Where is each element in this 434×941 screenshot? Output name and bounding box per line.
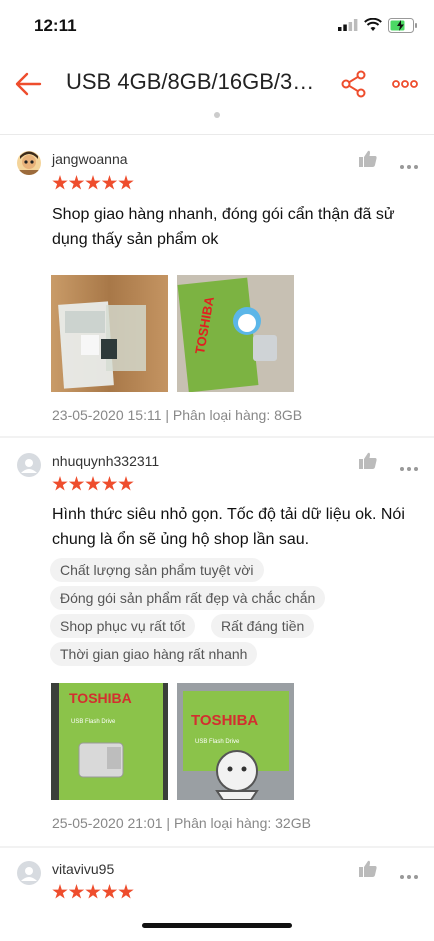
reviewer-name: vitavivu95 [52, 861, 115, 877]
rating-stars [52, 884, 135, 900]
star-icon [52, 175, 68, 190]
scroll-dot [214, 112, 220, 118]
review-photo[interactable]: TOSHIBA USB Flash Drive [51, 683, 168, 800]
star-icon [118, 175, 134, 190]
star-icon [68, 884, 85, 899]
thumbs-up-icon[interactable] [359, 860, 377, 877]
reviewer-name: jangwoanna [52, 151, 128, 167]
star-icon [101, 175, 118, 190]
thumbs-up-icon[interactable] [359, 452, 377, 469]
usb-package-photo: TOSHIBA USB Flash Drive [177, 683, 294, 800]
review-tag[interactable]: Đóng gói sản phẩm rất đẹp và chắc chắn [50, 586, 326, 610]
share-icon[interactable] [340, 70, 368, 98]
review-photo[interactable]: TOSHIBA USB Flash Drive [177, 683, 294, 800]
more-options-icon[interactable] [392, 80, 418, 88]
default-user-icon [21, 459, 37, 473]
star-icon [101, 884, 118, 899]
user-photo-icon [17, 151, 41, 175]
avatar[interactable] [17, 861, 41, 885]
review-tag[interactable]: Rất đáng tiền [211, 614, 315, 638]
review-tag[interactable]: Thời gian giao hàng rất nhanh [50, 642, 258, 666]
review-options-icon[interactable] [400, 458, 421, 476]
thumbs-up-icon[interactable] [359, 150, 377, 167]
previous-section-edge [0, 112, 434, 135]
review-item: nhuquynh332311 Hình thức siêu nhỏ gọn. T… [0, 438, 434, 846]
star-icon [52, 476, 68, 491]
cellular-signal-icon [338, 19, 358, 31]
toshiba-logo-text: TOSHIBA [69, 690, 132, 706]
battery-charging-icon [388, 18, 417, 33]
review-tag[interactable]: Chất lượng sản phẩm tuyệt vời [50, 558, 264, 582]
wifi-icon [364, 18, 382, 31]
usb-package-photo [51, 275, 168, 392]
star-icon [68, 175, 85, 190]
star-icon [68, 476, 85, 491]
product-header: USB 4GB/8GB/16GB/32GB/64GB Toshiba [0, 50, 434, 119]
star-icon [101, 476, 118, 491]
status-time: 12:11 [34, 16, 77, 35]
star-icon [118, 476, 134, 491]
avatar[interactable] [17, 151, 41, 175]
star-icon [85, 884, 101, 899]
review-text: Shop giao hàng nhanh, đóng gói cẩn thận … [52, 206, 395, 248]
usb-package-photo: TOSHIBA [177, 275, 294, 392]
toshiba-logo-text: TOSHIBA [191, 712, 258, 729]
back-arrow-icon[interactable] [14, 70, 42, 98]
rating-stars [52, 476, 135, 492]
usb-package-photo: TOSHIBA USB Flash Drive [51, 683, 168, 800]
review-photo[interactable] [51, 275, 168, 392]
home-indicator[interactable] [142, 923, 292, 928]
review-photo[interactable]: TOSHIBA [177, 275, 294, 392]
review-text: Hình thức siêu nhỏ gọn. Tốc độ tải dữ li… [52, 506, 405, 548]
avatar[interactable] [17, 453, 41, 477]
star-icon [118, 884, 134, 899]
status-bar: 12:11 [0, 0, 434, 50]
photo-caption: USB Flash Drive [71, 719, 116, 725]
review-options-icon[interactable] [400, 866, 421, 884]
review-item: jangwoanna Shop giao hàng nhanh, đóng gó… [0, 136, 434, 436]
review-meta: 23-05-2020 15:11 | Phân loại hàng: 8GB [52, 407, 303, 423]
review-options-icon[interactable] [400, 156, 421, 174]
reviewer-name: nhuquynh332311 [52, 453, 160, 469]
star-icon [85, 175, 101, 190]
star-icon [52, 884, 68, 899]
default-user-icon [21, 867, 37, 881]
review-meta: 25-05-2020 21:01 | Phân loại hàng: 32GB [52, 815, 311, 831]
rating-stars [52, 175, 135, 191]
page-title: USB 4GB/8GB/16GB/32GB/64GB Toshiba [66, 69, 326, 94]
photo-caption: USB Flash Drive [195, 739, 240, 745]
review-tag[interactable]: Shop phục vụ rất tốt [50, 614, 196, 638]
star-icon [85, 476, 101, 491]
